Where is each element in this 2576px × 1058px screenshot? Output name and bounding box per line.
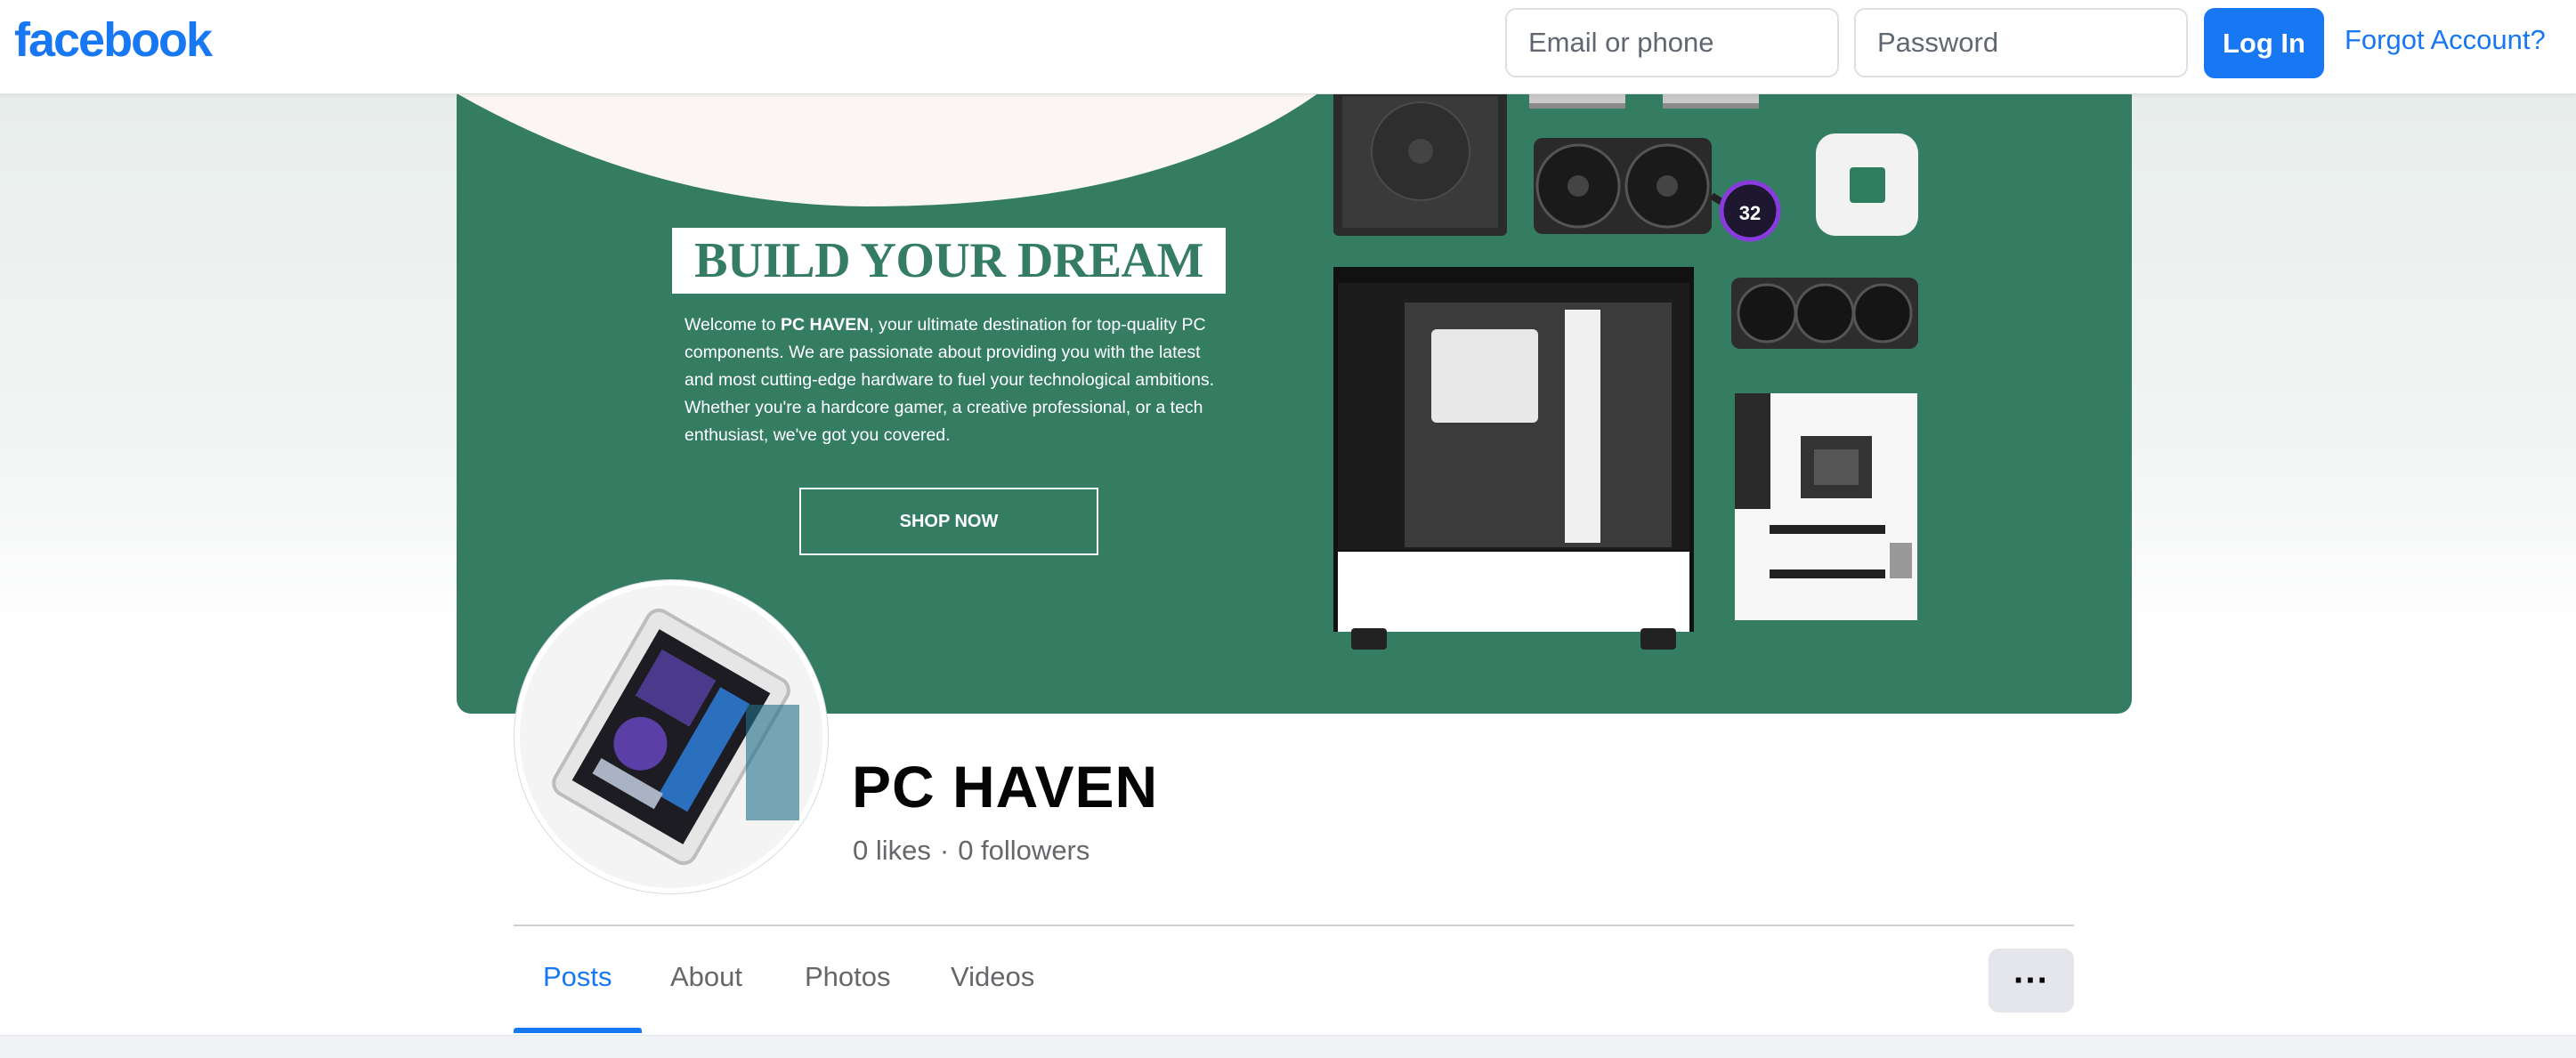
followers-count[interactable]: 0 followers: [958, 835, 1090, 866]
cover-intro-brand: PC HAVEN: [781, 315, 870, 335]
gpu-image: [1731, 278, 1918, 349]
more-options-button[interactable]: ···: [1989, 949, 2074, 1013]
likes-count[interactable]: 0 likes: [853, 835, 931, 866]
cooler-temp-label: 32: [1739, 202, 1761, 224]
login-button[interactable]: Log In: [2204, 8, 2324, 78]
aio-cooler-image: 32: [1534, 138, 1781, 242]
tab-videos[interactable]: Videos: [951, 961, 1034, 993]
cover-headline: BUILD YOUR DREAM PC: [694, 233, 1203, 354]
shop-now-button[interactable]: SHOP NOW: [799, 488, 1098, 555]
page-title: PC HAVEN: [852, 754, 1159, 820]
tab-posts[interactable]: Posts: [543, 961, 612, 993]
facebook-logo[interactable]: facebook: [14, 12, 213, 68]
controller-image: [1816, 133, 1918, 236]
email-input[interactable]: [1505, 8, 1839, 77]
profile-divider: [514, 925, 2074, 926]
motherboard-image: [1735, 393, 1917, 620]
top-navigation-bar: facebook Log In Forgot Account?: [0, 0, 2576, 94]
password-input[interactable]: [1854, 8, 2188, 77]
stats-separator: ·: [939, 835, 950, 866]
more-horizontal-icon: ···: [2013, 961, 2049, 1000]
active-tab-indicator: [514, 1028, 642, 1033]
avatar-pc-case-image: [520, 586, 822, 888]
cover-intro-text: Welcome to PC HAVEN, your ultimate desti…: [685, 311, 1219, 449]
cover-headline-box: BUILD YOUR DREAM PC: [672, 228, 1226, 354]
pc-case-image: [1333, 267, 1694, 650]
cover-intro-before: Welcome to: [685, 315, 782, 335]
profile-avatar[interactable]: [514, 580, 828, 893]
tab-about[interactable]: About: [670, 961, 742, 993]
feed-background-strip: [0, 1035, 2576, 1058]
tab-photos[interactable]: Photos: [805, 961, 891, 993]
psu-image: [1333, 89, 1507, 236]
forgot-account-link[interactable]: Forgot Account?: [2345, 24, 2546, 56]
page-stats: 0 likes · 0 followers: [853, 835, 1090, 867]
